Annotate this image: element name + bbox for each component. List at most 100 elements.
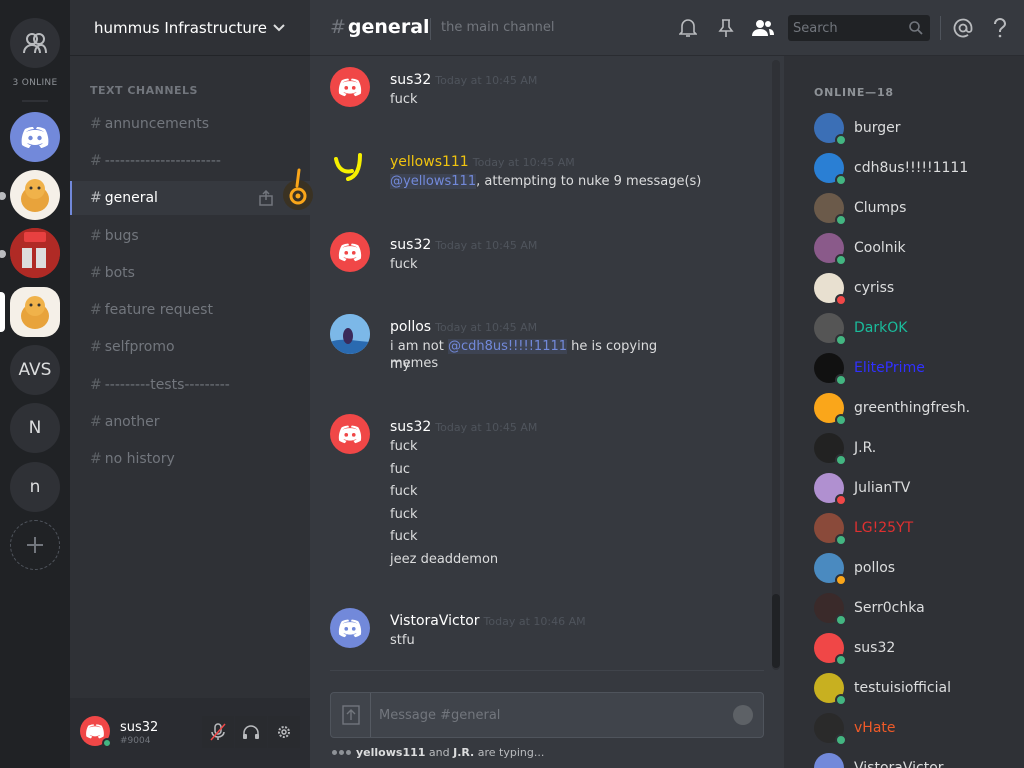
channel-no-history[interactable]: # no history [70, 442, 310, 476]
member-item[interactable]: VistoraVictor [814, 751, 1014, 768]
pinned-messages-button[interactable] [714, 16, 738, 40]
avatar[interactable] [330, 232, 370, 272]
deafen-button[interactable] [235, 716, 267, 748]
channel-annuncements[interactable]: # annuncements [70, 107, 310, 141]
upload-button[interactable] [331, 693, 371, 737]
member-item[interactable]: sus32 [814, 631, 1014, 666]
member-item[interactable]: Serr0chka [814, 591, 1014, 626]
avatar[interactable] [330, 314, 370, 354]
member-list: ONLINE—18 burger cdh8us!!!!!1111 Clumps Coo… [784, 56, 1024, 768]
avatar[interactable] [814, 713, 847, 746]
avatar[interactable] [330, 67, 370, 107]
message-timestamp: Today at 10:46 AM [483, 615, 586, 628]
member-item[interactable]: J.R. [814, 431, 1014, 466]
server-cat-1[interactable] [10, 170, 60, 220]
avatar[interactable] [814, 393, 847, 426]
avatar[interactable] [330, 414, 370, 454]
avatar[interactable] [814, 673, 847, 706]
member-item[interactable]: cyriss [814, 271, 1014, 306]
channel-divider-1[interactable]: # ----------------------- [70, 144, 310, 178]
channel-name: no history [104, 451, 175, 467]
avatar[interactable] [814, 513, 847, 546]
server-cat-2[interactable] [10, 287, 60, 337]
member-item[interactable]: pollos [814, 551, 1014, 586]
scrollbar-thumb[interactable] [772, 594, 780, 668]
avatar[interactable] [814, 473, 847, 506]
channel-feature-request[interactable]: # feature request [70, 293, 310, 327]
guild-header[interactable]: hummus Infrastructure [70, 0, 310, 56]
mentions-button[interactable] [951, 16, 975, 40]
channel-bugs[interactable]: # bugs [70, 219, 310, 253]
user-settings-button[interactable] [268, 716, 300, 748]
message-author[interactable]: sus32 [390, 237, 431, 253]
notifications-button[interactable] [676, 16, 700, 40]
avatar[interactable] [814, 433, 847, 466]
channel-category: TEXT CHANNELS [90, 84, 198, 97]
member-item[interactable]: Clumps [814, 191, 1014, 226]
avatar[interactable] [814, 313, 847, 346]
avatar[interactable] [330, 608, 370, 648]
member-name: pollos [854, 560, 896, 576]
avatar[interactable] [814, 353, 847, 386]
members-icon [752, 20, 774, 36]
server-avs[interactable]: AVS [10, 345, 60, 395]
avatar[interactable] [814, 153, 847, 186]
server-youtube[interactable] [10, 228, 60, 278]
add-server-button[interactable] [10, 520, 60, 570]
message-header: VistoraVictor Today at 10:46 AM [390, 610, 586, 629]
avatar[interactable] [814, 113, 847, 146]
server-n-upper[interactable]: N [10, 403, 60, 453]
server-discord[interactable] [10, 112, 60, 162]
message-input[interactable] [379, 705, 719, 725]
help-button[interactable] [988, 16, 1012, 40]
search-box[interactable]: Search [788, 15, 930, 41]
member-item[interactable]: Coolnik [814, 231, 1014, 266]
channel-selfpromo[interactable]: # selfpromo [70, 330, 310, 364]
notification-alert-badge[interactable] [283, 168, 313, 210]
member-item[interactable]: ElitePrime [814, 351, 1014, 386]
friends-home-button[interactable] [10, 18, 60, 68]
message-author[interactable]: pollos [390, 319, 431, 335]
user-mention[interactable]: @cdh8us!!!!!1111 [447, 339, 568, 354]
member-item[interactable]: testuisiofficial [814, 671, 1014, 706]
avatar[interactable] [814, 753, 844, 768]
emoji-picker-icon[interactable] [733, 705, 753, 725]
user-mention[interactable]: @yellows111 [390, 174, 477, 189]
channel-name: annuncements [104, 116, 210, 132]
message-author[interactable]: VistoraVictor [390, 613, 480, 629]
member-item[interactable]: JulianTV [814, 471, 1014, 506]
message-line: fuck [390, 529, 418, 544]
hash-icon: # [90, 228, 102, 244]
message-line: fuck [390, 439, 418, 454]
channel-divider-tests[interactable]: # ---------tests--------- [70, 368, 310, 402]
message-line: fuck [390, 506, 418, 522]
channel-topbar: # general the main channel Search [310, 0, 1024, 56]
message-author[interactable]: yellows111 [390, 154, 469, 170]
channel-bots[interactable]: # bots [70, 256, 310, 290]
member-item[interactable]: LG!25YT [814, 511, 1014, 546]
avatar[interactable] [814, 593, 847, 626]
member-item[interactable]: DarkOK [814, 311, 1014, 346]
avatar[interactable] [330, 149, 370, 189]
channel-another[interactable]: # another [70, 405, 310, 439]
member-item[interactable]: greenthingfresh. [814, 391, 1014, 426]
channel-general[interactable]: # general [70, 181, 310, 215]
message-author[interactable]: sus32 [390, 419, 431, 435]
avatar[interactable] [814, 233, 847, 266]
status-dot [835, 734, 847, 746]
scroll-track[interactable] [772, 60, 780, 670]
mute-button[interactable] [202, 716, 234, 748]
avatar[interactable] [814, 633, 847, 666]
member-item[interactable]: cdh8us!!!!!1111 [814, 151, 1014, 186]
server-n-lower[interactable]: n [10, 462, 60, 512]
member-list-toggle[interactable] [751, 16, 775, 40]
invite-icon[interactable] [258, 190, 274, 206]
member-item[interactable]: vHate [814, 711, 1014, 746]
search-icon [909, 21, 923, 35]
avatar[interactable] [814, 193, 847, 226]
message-text: i am not [390, 339, 448, 354]
avatar[interactable] [814, 273, 847, 306]
avatar[interactable] [814, 553, 847, 586]
message-author[interactable]: sus32 [390, 72, 431, 88]
member-item[interactable]: burger [814, 111, 1014, 146]
